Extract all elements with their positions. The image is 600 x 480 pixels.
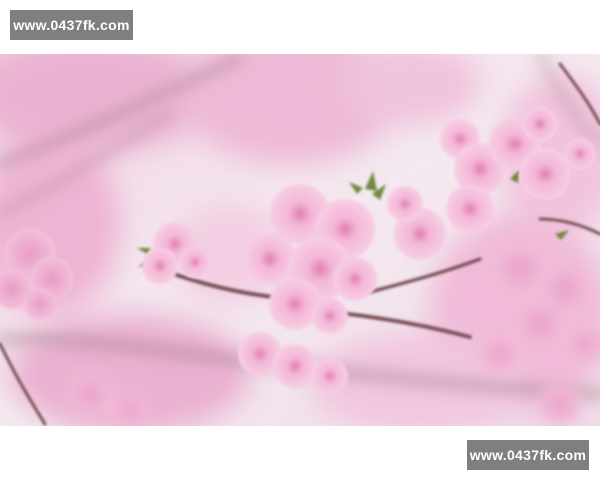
page: www.0437fk.com www.0437fk.com	[0, 0, 600, 480]
watermark-bottom: www.0437fk.com	[467, 440, 589, 470]
watermark-top: www.0437fk.com	[10, 10, 133, 40]
cherry-blossom-photo	[0, 54, 600, 426]
